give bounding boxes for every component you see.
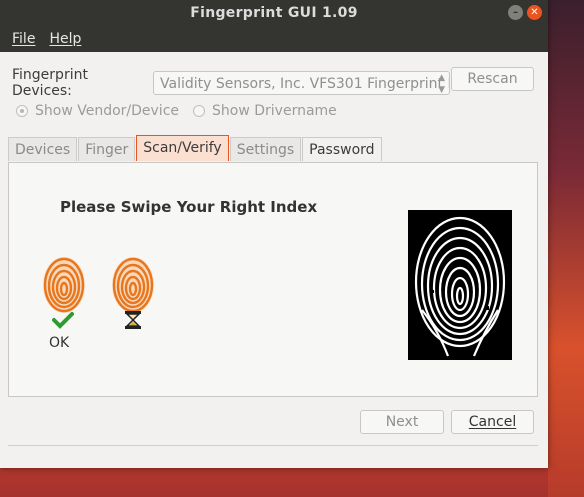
desktop-background [548,0,584,497]
radio-show-vendor-label: Show Vendor/Device [35,103,180,119]
close-icon[interactable]: ✕ [527,5,542,20]
fingerprint-pending-icon [112,257,154,313]
scan-verify-panel: Please Swipe Your Right Index OK [8,162,538,397]
fingerprint-ok-icon [43,257,85,313]
bottom-divider [8,445,538,446]
minimize-icon[interactable]: – [508,5,523,20]
tab-password[interactable]: Password [302,137,382,161]
swipe-instruction: Please Swipe Your Right Index [60,198,318,216]
next-button-label: Next [385,414,419,430]
tab-scan-verify[interactable]: Scan/Verify [136,135,229,161]
scanned-fingerprint-image [408,210,512,360]
radio-unselected-icon [193,105,206,117]
cancel-button-label: Cancel [468,414,517,430]
devices-label: Fingerprint Devices: [12,67,88,99]
tab-devices[interactable]: Devices [8,137,78,161]
device-select[interactable]: Validity Sensors, Inc. VFS301 Fingerprin… [153,71,450,95]
menu-file[interactable]: File [12,26,35,52]
radio-show-driver-label: Show Drivername [212,103,337,119]
title-bar[interactable]: Fingerprint GUI 1.09 – ✕ [0,0,548,26]
tab-bar: Devices Finger Scan/Verify Settings Pass… [8,135,383,161]
rescan-button[interactable]: Rescan [451,67,534,91]
hourglass-icon [125,311,141,329]
window-title: Fingerprint GUI 1.09 [190,5,358,21]
app-window: Fingerprint GUI 1.09 – ✕ File Help Finge… [0,0,548,468]
next-button[interactable]: Next [360,410,444,434]
radio-selected-icon [16,105,28,117]
cancel-button[interactable]: Cancel [451,410,534,434]
menu-help[interactable]: Help [49,26,81,52]
tab-finger[interactable]: Finger [78,137,136,161]
radio-show-driver[interactable]: Show Drivername [193,103,337,119]
fingerprint-scan-icon [414,216,506,357]
checkmark-icon [52,312,74,329]
menu-bar: File Help [0,26,548,52]
device-select-value: Validity Sensors, Inc. VFS301 Fingerprin… [160,76,449,92]
updown-arrow-icon: ▲ ▼ [438,73,445,95]
ok-status-label: OK [49,335,70,351]
radio-show-vendor[interactable]: Show Vendor/Device [16,103,179,119]
tab-settings[interactable]: Settings [229,137,302,161]
